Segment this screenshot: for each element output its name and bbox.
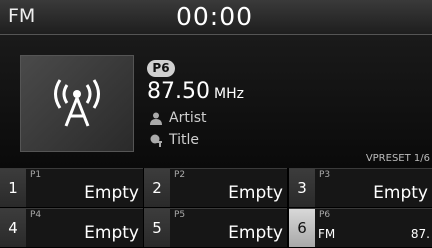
preset-band: FM [318, 227, 336, 241]
title-icon [150, 134, 162, 147]
preset-number: 6 [289, 209, 315, 247]
preset-frequency: 87. [410, 227, 430, 241]
frequency-display: 87.50 MHz [147, 79, 244, 104]
preset-grid: 1 P1 Empty 2 P2 Empty 3 P3 Empty 4 P4 Em… [0, 168, 432, 248]
preset-station: Empty [228, 223, 283, 243]
preset-number: 4 [0, 209, 26, 247]
preset-slot-label: P2 [174, 170, 186, 180]
preset-page-indicator: VPRESET 1/6 [365, 153, 430, 164]
now-playing-panel: P6 87.50 MHz Artist Title VPRESET 1/6 [0, 35, 432, 168]
radio-antenna-icon [54, 79, 100, 127]
person-icon [150, 112, 162, 125]
preset-button-3[interactable]: 3 P3 Empty [289, 168, 432, 207]
preset-station: Empty [228, 183, 283, 203]
preset-button-1[interactable]: 1 P1 Empty [0, 168, 143, 207]
preset-number: 5 [144, 209, 170, 247]
clock: 00:00 [176, 2, 254, 31]
preset-number: 1 [0, 169, 26, 207]
preset-button-4[interactable]: 4 P4 Empty [0, 208, 143, 247]
preset-number: 2 [144, 169, 170, 207]
preset-button-6[interactable]: 6 P6 FM 87. [289, 208, 432, 247]
preset-slot-label: P3 [319, 170, 331, 180]
preset-station: Empty [373, 183, 428, 203]
preset-station: Empty [84, 183, 139, 203]
album-art [20, 55, 134, 152]
artist-row: Artist [150, 110, 207, 126]
frequency-value: 87.50 [147, 79, 210, 104]
preset-button-5[interactable]: 5 P5 Empty [144, 208, 287, 247]
frequency-unit: MHz [213, 86, 244, 102]
mode-label: FM [8, 5, 36, 27]
title-row: Title [150, 132, 199, 148]
preset-slot-label: P5 [174, 210, 186, 220]
preset-slot-label: P1 [30, 170, 42, 180]
preset-station: Empty [84, 223, 139, 243]
preset-badge: P6 [147, 60, 175, 77]
title-label: Title [169, 132, 200, 148]
preset-button-2[interactable]: 2 P2 Empty [144, 168, 287, 207]
preset-slot-label: P4 [30, 210, 42, 220]
status-bar: FM 00:00 [0, 0, 432, 35]
artist-label: Artist [169, 110, 207, 126]
preset-slot-label: P6 [319, 210, 331, 220]
preset-number: 3 [289, 169, 315, 207]
